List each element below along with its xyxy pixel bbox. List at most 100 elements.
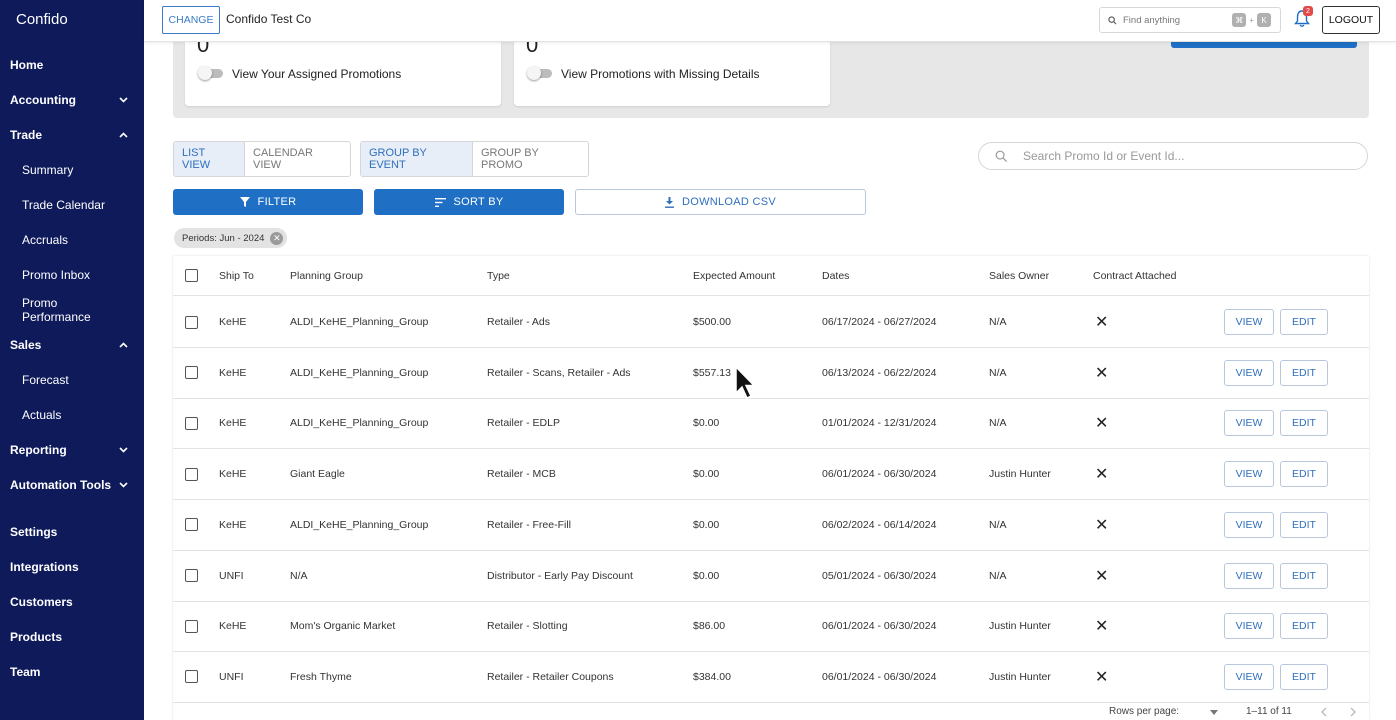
edit-button[interactable]: EDIT	[1280, 613, 1328, 640]
chevron-down-icon	[119, 97, 128, 103]
sidebar-item-sales[interactable]: Sales	[0, 331, 144, 359]
header-ship-to[interactable]: Ship To	[219, 256, 254, 295]
sidebar-item-accruals[interactable]: Accruals	[0, 226, 144, 254]
list-view-button[interactable]: LIST VIEW	[174, 142, 244, 176]
chevron-down-icon	[119, 482, 128, 488]
sidebar-item-automation-tools[interactable]: Automation Tools	[0, 471, 144, 499]
header-planning-group[interactable]: Planning Group	[290, 256, 363, 295]
cell-sales-owner: N/A	[989, 569, 1007, 582]
table-row[interactable]: KeHE ALDI_KeHE_Planning_Group Retailer - A…	[173, 297, 1369, 348]
table-row[interactable]: KeHE ALDI_KeHE_Planning_Group Retailer - F…	[173, 500, 1369, 551]
chip-close-icon[interactable]: ✕	[270, 231, 284, 245]
pagination-range: 1–11 of 11	[1246, 706, 1292, 717]
filter-button[interactable]: FILTER	[173, 189, 363, 215]
edit-button[interactable]: EDIT	[1280, 309, 1328, 335]
edit-button[interactable]: EDIT	[1280, 359, 1328, 386]
edit-button[interactable]: EDIT	[1280, 410, 1328, 437]
sidebar-item-integrations[interactable]: Integrations	[0, 553, 144, 581]
view-button[interactable]: VIEW	[1224, 309, 1274, 335]
sort-by-button[interactable]: SORT BY	[374, 189, 564, 215]
row-checkbox[interactable]	[185, 467, 198, 481]
sidebar-item-trade-calendar[interactable]: Trade Calendar	[0, 191, 144, 219]
table-row[interactable]: KeHE ALDI_KeHE_Planning_Group Retailer - E…	[173, 398, 1369, 450]
view-button[interactable]: VIEW	[1224, 663, 1274, 690]
prev-page-icon[interactable]	[1320, 707, 1327, 717]
row-checkbox[interactable]	[185, 518, 198, 532]
edit-button[interactable]: EDIT	[1280, 562, 1328, 589]
sidebar-item-reporting[interactable]: Reporting	[0, 436, 144, 464]
view-button[interactable]: VIEW	[1224, 410, 1274, 437]
group-by-promo-button[interactable]: GROUP BY PROMO	[472, 142, 588, 176]
sidebar-item-settings[interactable]: Settings	[0, 518, 144, 546]
assigned-promotions-card: 0 View Your Assigned Promotions	[185, 32, 501, 106]
sidebar-item-accounting[interactable]: Accounting	[0, 86, 144, 114]
edit-button[interactable]: EDIT	[1280, 511, 1328, 538]
row-checkbox[interactable]	[185, 619, 198, 633]
row-checkbox[interactable]	[185, 416, 198, 430]
rows-per-page-dropdown-icon[interactable]	[1210, 710, 1218, 715]
edit-button[interactable]: EDIT	[1280, 461, 1328, 488]
calendar-view-button[interactable]: CALENDAR VIEW	[244, 142, 350, 176]
sidebar-item-label: Automation Tools	[10, 478, 112, 492]
contract-missing-icon: ✕	[1095, 567, 1109, 585]
table-row[interactable]: UNFI Fresh Thyme Retailer - Retailer Coupo…	[173, 652, 1369, 703]
sidebar-item-products[interactable]: Products	[0, 623, 144, 651]
view-button[interactable]: VIEW	[1224, 613, 1274, 640]
header-contract-attached[interactable]: Contract Attached	[1093, 256, 1176, 295]
row-checkbox[interactable]	[185, 569, 198, 582]
download-csv-button[interactable]: DOWNLOAD CSV	[575, 189, 866, 215]
create-button-edge[interactable]	[1171, 42, 1357, 48]
sidebar-item-trade[interactable]: Trade	[0, 121, 144, 149]
sidebar-item-team[interactable]: Team	[0, 658, 144, 686]
header-type[interactable]: Type	[487, 256, 510, 295]
row-checkbox[interactable]	[185, 315, 198, 329]
header-expected-amount[interactable]: Expected Amount	[693, 256, 775, 295]
header-dates[interactable]: Dates	[822, 256, 849, 295]
view-button[interactable]: VIEW	[1224, 511, 1274, 538]
kbd-cmd: ⌘	[1232, 13, 1247, 27]
sidebar-item-label: Home	[10, 58, 44, 72]
cell-planning-group: N/A	[290, 569, 308, 582]
cell-sales-owner: N/A	[989, 366, 1007, 379]
sidebar-item-promo-performance[interactable]: Promo Performance	[0, 296, 144, 324]
sidebar-item-forecast[interactable]: Forecast	[0, 366, 144, 394]
cell-sales-owner: Justin Hunter	[989, 670, 1051, 683]
cell-dates: 06/02/2024 - 06/14/2024	[822, 518, 937, 531]
row-checkbox[interactable]	[185, 366, 198, 380]
download-label: DOWNLOAD CSV	[681, 196, 777, 208]
missing-toggle[interactable]	[527, 66, 552, 80]
contract-missing-icon: ✕	[1095, 516, 1109, 534]
cell-ship-to: KeHE	[219, 620, 247, 633]
group-by-event-button[interactable]: GROUP BY EVENT	[361, 142, 472, 176]
sidebar-item-customers[interactable]: Customers	[0, 588, 144, 616]
table-row[interactable]: KeHE Giant Eagle Retailer - MCB $0.00 06/01/…	[173, 449, 1369, 501]
row-checkbox[interactable]	[185, 670, 198, 684]
view-button[interactable]: VIEW	[1224, 461, 1274, 488]
change-company-button[interactable]: CHANGE	[162, 6, 220, 34]
cell-ship-to: KeHE	[219, 518, 247, 531]
view-button[interactable]: VIEW	[1224, 562, 1274, 589]
edit-button[interactable]: EDIT	[1280, 663, 1328, 690]
promo-search-input[interactable]: Search Promo Id or Event Id...	[978, 142, 1368, 170]
cell-planning-group: ALDI_KeHE_Planning_Group	[290, 417, 429, 430]
sidebar-item-home[interactable]: Home	[0, 51, 144, 79]
find-anything-input[interactable]: Find anything ⌘ + K	[1099, 7, 1281, 33]
sidebar-item-promo-inbox[interactable]: Promo Inbox	[0, 261, 144, 289]
sidebar-item-summary[interactable]: Summary	[0, 156, 144, 184]
contract-missing-icon: ✕	[1095, 415, 1109, 433]
cell-ship-to: KeHE	[219, 417, 247, 430]
cell-dates: 06/01/2024 - 06/30/2024	[822, 670, 937, 683]
table-row[interactable]: KeHE ALDI_KeHE_Planning_Group Retailer - S…	[173, 348, 1369, 399]
header-sales-owner[interactable]: Sales Owner	[989, 256, 1049, 295]
select-all-checkbox[interactable]	[185, 269, 198, 282]
cell-type: Retailer - MCB	[487, 468, 556, 481]
view-button[interactable]: VIEW	[1224, 359, 1274, 386]
sidebar-item-actuals[interactable]: Actuals	[0, 401, 144, 429]
kbd-plus: +	[1249, 15, 1254, 25]
table-row[interactable]: UNFI N/A Distributor - Early Pay Discount $…	[173, 551, 1369, 602]
assigned-toggle[interactable]	[198, 66, 223, 80]
sidebar-item-label: Integrations	[10, 560, 79, 574]
logout-button[interactable]: LOGOUT	[1322, 6, 1380, 34]
next-page-icon[interactable]	[1350, 707, 1357, 717]
table-row[interactable]: KeHE Mom's Organic Market Retailer - Slott…	[173, 601, 1369, 653]
